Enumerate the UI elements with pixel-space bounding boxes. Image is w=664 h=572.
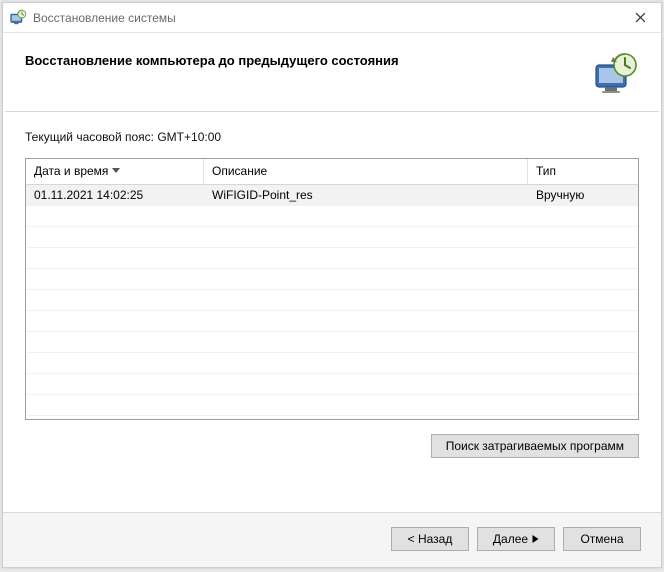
sort-descending-icon	[112, 168, 120, 174]
wizard-footer: < Назад Далее Отмена	[3, 512, 661, 567]
below-grid-actions: Поиск затрагиваемых программ	[25, 420, 639, 458]
table-row	[26, 269, 638, 290]
content-area: Текущий часовой пояс: GMT+10:00 Дата и в…	[3, 112, 661, 512]
window-title: Восстановление системы	[33, 11, 176, 25]
column-header-label: Описание	[212, 164, 267, 178]
table-row[interactable]: 01.11.2021 14:02:25WiFIGID-Point_resВруч…	[26, 185, 638, 206]
table-body: 01.11.2021 14:02:25WiFIGID-Point_resВруч…	[26, 185, 638, 419]
page-heading: Восстановление компьютера до предыдущего…	[25, 51, 399, 68]
system-restore-icon	[9, 9, 27, 27]
column-header-label: Тип	[536, 164, 556, 178]
close-button[interactable]	[619, 4, 661, 32]
cell-datetime: 01.11.2021 14:02:25	[26, 188, 204, 202]
cancel-button[interactable]: Отмена	[563, 527, 641, 551]
system-restore-large-icon	[591, 51, 639, 99]
table-header: Дата и время Описание Тип	[26, 159, 638, 185]
column-header-datetime[interactable]: Дата и время	[26, 159, 204, 184]
titlebar: Восстановление системы	[3, 3, 661, 33]
restore-points-table: Дата и время Описание Тип 01.11.2021 14:…	[25, 158, 639, 420]
system-restore-window: Восстановление системы Восстановление ко…	[2, 2, 662, 568]
table-row	[26, 311, 638, 332]
table-row	[26, 374, 638, 395]
next-button-label: Далее	[493, 532, 528, 546]
table-row	[26, 227, 638, 248]
column-header-description[interactable]: Описание	[204, 159, 528, 184]
cell-description: WiFIGID-Point_res	[204, 188, 528, 202]
next-button[interactable]: Далее	[477, 527, 555, 551]
table-row	[26, 332, 638, 353]
table-row	[26, 290, 638, 311]
column-header-label: Дата и время	[34, 164, 108, 178]
chevron-right-icon	[532, 532, 539, 546]
column-header-type[interactable]: Тип	[528, 159, 638, 184]
cell-type: Вручную	[528, 188, 638, 202]
table-row	[26, 248, 638, 269]
header: Восстановление компьютера до предыдущего…	[3, 33, 661, 111]
table-row	[26, 353, 638, 374]
timezone-label: Текущий часовой пояс: GMT+10:00	[25, 130, 639, 144]
scan-affected-programs-button[interactable]: Поиск затрагиваемых программ	[431, 434, 639, 458]
back-button[interactable]: < Назад	[391, 527, 469, 551]
table-row	[26, 206, 638, 227]
table-row	[26, 395, 638, 416]
